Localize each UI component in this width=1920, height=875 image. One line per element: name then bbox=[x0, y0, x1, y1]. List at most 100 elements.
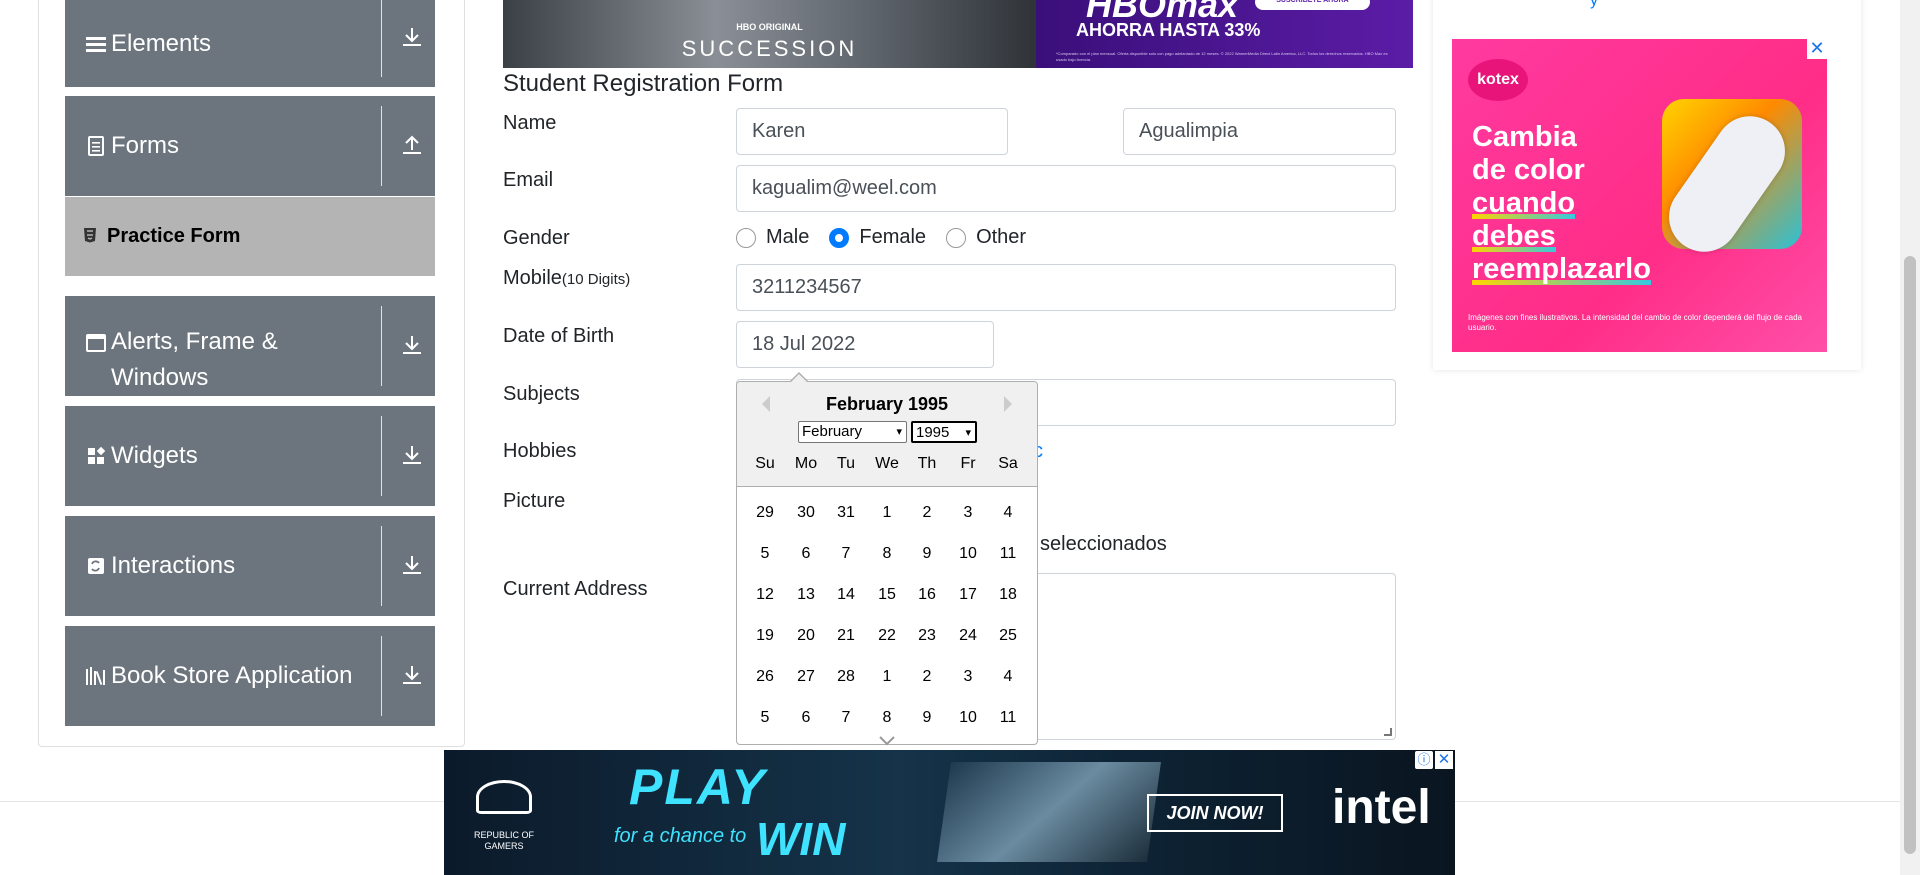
calendar-day[interactable]: 31 bbox=[826, 504, 866, 522]
gender-female-radio[interactable]: Female bbox=[829, 226, 926, 249]
calendar-day[interactable]: 23 bbox=[907, 627, 947, 645]
group-header[interactable]: Elements bbox=[65, 0, 435, 87]
upload-arrow-icon[interactable] bbox=[401, 134, 423, 158]
calendar-day[interactable]: 27 bbox=[786, 668, 826, 686]
sidebar-group-forms[interactable]: Forms bbox=[65, 96, 435, 196]
mobile-input[interactable]: 3211234567 bbox=[736, 264, 1396, 311]
radio-circle[interactable] bbox=[946, 227, 967, 248]
calendar-day[interactable]: 1 bbox=[867, 668, 907, 686]
sidebar-group-widgets[interactable]: Widgets bbox=[65, 406, 435, 506]
gender-other-radio[interactable]: Other bbox=[946, 226, 1026, 249]
calendar-day[interactable]: 11 bbox=[988, 545, 1028, 563]
right-side-ad[interactable]: kotex Cambia de color cuando debes reemp… bbox=[1452, 39, 1827, 352]
scrollbar-thumb[interactable] bbox=[1904, 256, 1916, 854]
join-now-button[interactable]: JOIN NOW! bbox=[1147, 794, 1283, 832]
ad-subscribe-button[interactable]: SUSCRÍBETE AHORA bbox=[1255, 0, 1370, 10]
page-scrollbar[interactable] bbox=[1900, 0, 1920, 875]
datepicker-pointer-inner bbox=[791, 374, 807, 382]
bottom-banner-ad[interactable]: REPUBLIC OF GAMERS PLAY for a chance to … bbox=[444, 750, 1455, 875]
calendar-day[interactable]: 14 bbox=[826, 586, 866, 604]
radio-circle-checked[interactable] bbox=[829, 227, 850, 248]
radio-circle[interactable] bbox=[736, 227, 756, 248]
first-name-input[interactable]: Karen bbox=[736, 108, 1008, 155]
calendar-day[interactable]: 20 bbox=[786, 627, 826, 645]
header-divider bbox=[381, 526, 382, 606]
sidebar-group-alerts[interactable]: Alerts, Frame & Windows bbox=[65, 296, 435, 396]
name-label: Name bbox=[503, 112, 557, 134]
calendar-day[interactable]: 13 bbox=[786, 586, 826, 604]
calendar-day[interactable]: 5 bbox=[745, 545, 785, 563]
download-arrow-icon[interactable] bbox=[401, 334, 423, 358]
mobile-label: Mobile(10 Digits) bbox=[503, 267, 630, 290]
calendar-day[interactable]: 11 bbox=[988, 709, 1028, 727]
calendar-day[interactable]: 7 bbox=[826, 709, 866, 727]
right-link-fragment[interactable]: y bbox=[1590, 0, 1598, 10]
calendar-day[interactable]: 16 bbox=[907, 586, 947, 604]
calendar-day[interactable]: 10 bbox=[948, 709, 988, 727]
calendar-day[interactable]: 24 bbox=[948, 627, 988, 645]
gender-male-radio[interactable]: Male bbox=[736, 226, 809, 249]
calendar-day[interactable]: 21 bbox=[826, 627, 866, 645]
calendar-day[interactable]: 7 bbox=[826, 545, 866, 563]
calendar-day[interactable]: 22 bbox=[867, 627, 907, 645]
calendar-day[interactable]: 26 bbox=[745, 668, 785, 686]
group-header[interactable]: Alerts, Frame & Windows bbox=[65, 296, 435, 396]
calendar-day[interactable]: 2 bbox=[907, 504, 947, 522]
calendar-day[interactable]: 2 bbox=[907, 668, 947, 686]
calendar-day[interactable]: 18 bbox=[988, 586, 1028, 604]
month-select[interactable]: February ▾ bbox=[798, 421, 907, 443]
calendar-day[interactable]: 9 bbox=[907, 709, 947, 727]
weekday-header: Tu bbox=[836, 455, 856, 472]
calendar-day[interactable]: 30 bbox=[786, 504, 826, 522]
download-arrow-icon[interactable] bbox=[401, 444, 423, 468]
file-upload-status[interactable]: seleccionados bbox=[1040, 533, 1167, 556]
calendar-day[interactable]: 5 bbox=[745, 709, 785, 727]
calendar-day[interactable]: 28 bbox=[826, 668, 866, 686]
calendar-day[interactable]: 8 bbox=[867, 545, 907, 563]
group-header[interactable]: Interactions bbox=[65, 516, 435, 616]
close-ad-icon[interactable]: ✕ bbox=[1807, 39, 1827, 59]
group-header[interactable]: Book Store Application bbox=[65, 626, 435, 726]
calendar-day[interactable]: 8 bbox=[867, 709, 907, 727]
calendar-day[interactable]: 3 bbox=[948, 668, 988, 686]
weekday-header: Sa bbox=[998, 455, 1018, 472]
ad-laptop-image bbox=[936, 762, 1162, 862]
calendar-day[interactable]: 17 bbox=[948, 586, 988, 604]
calendar-day[interactable]: 10 bbox=[948, 545, 988, 563]
calendar-day[interactable]: 25 bbox=[988, 627, 1028, 645]
calendar-day[interactable]: 1 bbox=[867, 504, 907, 522]
calendar-day[interactable]: 6 bbox=[786, 545, 826, 563]
year-select[interactable]: 1995 ▾ bbox=[911, 421, 977, 443]
download-arrow-icon[interactable] bbox=[401, 26, 423, 50]
group-header[interactable]: Widgets bbox=[65, 406, 435, 506]
group-title: Book Store Application bbox=[111, 662, 353, 689]
radio-label: Male bbox=[766, 226, 810, 248]
close-ad-icon[interactable]: ✕ bbox=[1435, 751, 1453, 769]
calendar-day[interactable]: 12 bbox=[745, 586, 785, 604]
calendar-day[interactable]: 15 bbox=[867, 586, 907, 604]
last-name-input[interactable]: Agualimpia bbox=[1123, 108, 1396, 155]
chevron-down-icon: ▾ bbox=[965, 427, 971, 439]
dob-input[interactable]: 18 Jul 2022 bbox=[736, 321, 994, 368]
sidebar-group-book-store[interactable]: Book Store Application bbox=[65, 626, 435, 726]
sidebar-item-label: Practice Form bbox=[107, 225, 241, 247]
calendar-day[interactable]: 29 bbox=[745, 504, 785, 522]
resize-grip-icon[interactable] bbox=[1384, 728, 1392, 736]
group-header[interactable]: Forms bbox=[65, 96, 435, 196]
sidebar-item-practice-form[interactable]: Practice Form bbox=[65, 197, 435, 276]
calendar-day[interactable]: 3 bbox=[948, 504, 988, 522]
download-arrow-icon[interactable] bbox=[401, 554, 423, 578]
download-arrow-icon[interactable] bbox=[401, 664, 423, 688]
calendar-day[interactable]: 4 bbox=[988, 668, 1028, 686]
calendar-day[interactable]: 19 bbox=[745, 627, 785, 645]
ad-info-icon[interactable]: ⓘ bbox=[1415, 751, 1433, 769]
sidebar-group-elements[interactable]: Elements bbox=[65, 0, 435, 87]
chevron-down-icon[interactable] bbox=[878, 734, 896, 746]
datepicker-title: February 1995 bbox=[825, 394, 949, 414]
calendar-day[interactable]: 6 bbox=[786, 709, 826, 727]
sidebar-group-interactions[interactable]: Interactions bbox=[65, 516, 435, 616]
top-banner-ad[interactable]: HBO ORIGINAL SUCCESSION HBOmax SUSCRÍBET… bbox=[503, 0, 1413, 68]
calendar-day[interactable]: 9 bbox=[907, 545, 947, 563]
email-input[interactable]: kagualim@weel.com bbox=[736, 165, 1396, 212]
calendar-day[interactable]: 4 bbox=[988, 504, 1028, 522]
